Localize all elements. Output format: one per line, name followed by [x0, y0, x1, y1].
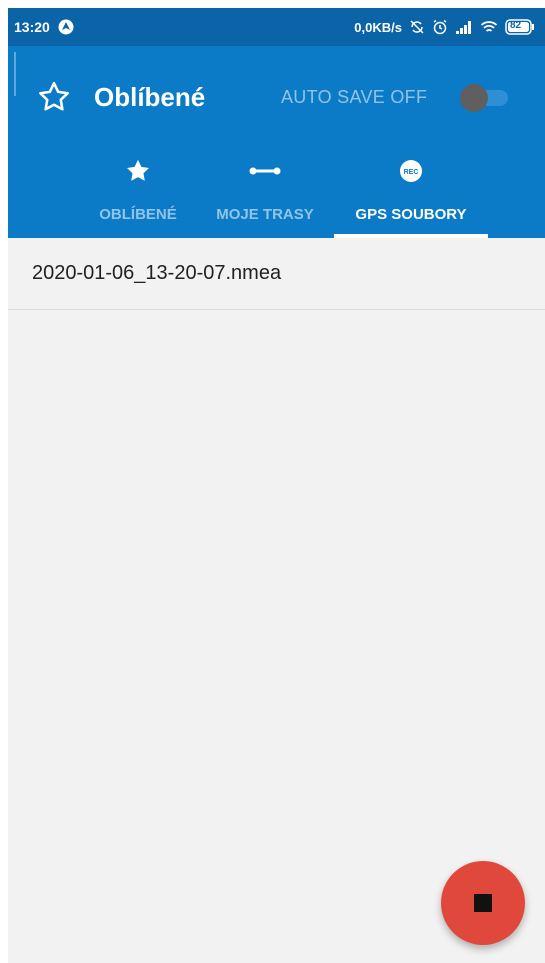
navigation-icon: [58, 19, 74, 35]
status-time: 13:20: [14, 19, 50, 35]
page-title: Oblíbené: [94, 82, 206, 112]
file-name: 2020-01-06_13-20-07.nmea: [32, 262, 282, 284]
title-row: Oblíbené AUTO SAVE OFF: [8, 68, 545, 126]
signal-icon: [455, 20, 473, 34]
tab-gps-soubory[interactable]: REC GPS SOUBORY: [334, 146, 488, 238]
file-list-item[interactable]: 2020-01-06_13-20-07.nmea: [8, 238, 545, 310]
tab-label: GPS SOUBORY: [355, 206, 467, 223]
status-bar: 13:20 0,0KB/s 82: [8, 8, 545, 46]
toggle-thumb: [460, 84, 488, 112]
auto-save-label: AUTO SAVE OFF: [281, 87, 428, 107]
star-icon: [124, 157, 152, 190]
stop-icon: [474, 894, 492, 912]
tab-moje-trasy[interactable]: MOJE TRASY: [200, 146, 330, 238]
tab-label: OBLÍBENÉ: [99, 206, 177, 223]
svg-text:REC: REC: [404, 169, 419, 176]
app-frame: 13:20 0,0KB/s 82 Oblíbené AUTO SAVE OFF …: [8, 8, 545, 963]
network-speed: 0,0KB/s: [354, 19, 402, 35]
star-outline-icon[interactable]: [36, 79, 72, 115]
app-bar: Oblíbené AUTO SAVE OFF OBLÍBENÉ MOJE TRA…: [8, 46, 545, 238]
sync-off-icon: [409, 19, 425, 35]
auto-save-toggle[interactable]: [460, 83, 510, 112]
stop-recording-button[interactable]: [441, 861, 525, 945]
wifi-icon: [480, 20, 498, 34]
tab-bar: OBLÍBENÉ MOJE TRASY REC GPS SOUBORY: [8, 146, 545, 238]
route-icon: [249, 164, 281, 183]
tab-label: MOJE TRASY: [216, 206, 314, 223]
battery-icon: 82: [505, 19, 535, 35]
alarm-icon: [432, 19, 448, 35]
battery-level: 82: [510, 20, 522, 31]
rec-icon: REC: [399, 159, 423, 188]
tab-oblibene[interactable]: OBLÍBENÉ: [78, 146, 198, 238]
